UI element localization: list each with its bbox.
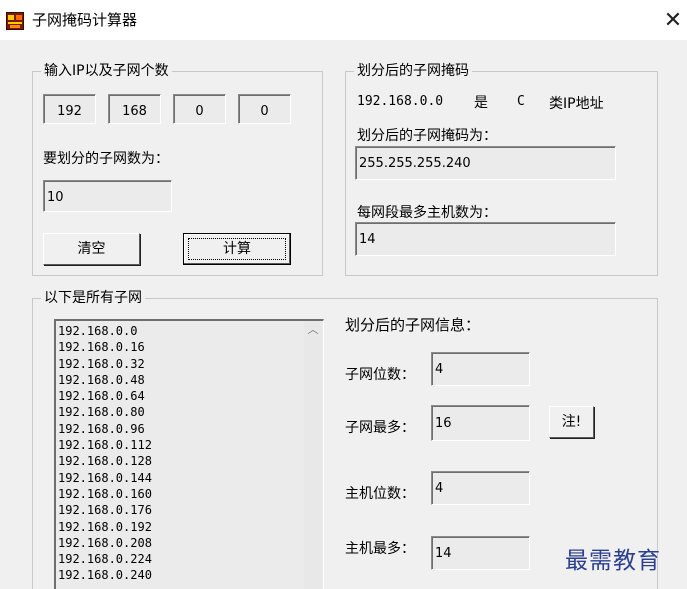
ip-octet-4-input[interactable] — [238, 94, 291, 124]
ip-address-text: 192.168.0.0 — [357, 94, 444, 109]
calculator-window: 子网掩码计算器 ✕ 输入IP以及子网个数 要划分的子网数为： 清空 计算 划分后… — [0, 0, 687, 589]
subnet-list-item[interactable]: 192.168.0.240 — [58, 567, 152, 583]
input-group-legend: 输入IP以及子网个数 — [41, 62, 172, 80]
close-button[interactable]: ✕ — [660, 8, 686, 34]
subnet-list-item[interactable]: 192.168.0.176 — [58, 502, 152, 518]
hosts-per-subnet-label: 每网段最多主机数为： — [357, 205, 497, 221]
is-text: 是 — [474, 95, 488, 111]
subnet-list-item[interactable]: 192.168.0.112 — [58, 437, 152, 453]
subnet-list-item[interactable]: 192.168.0.96 — [58, 421, 152, 437]
subnet-list-item[interactable]: 192.168.0.32 — [58, 356, 152, 372]
subnet-bits-label: 子网位数： — [345, 367, 415, 383]
mask-group-legend: 划分后的子网掩码 — [354, 62, 472, 80]
hosts-per-subnet-output[interactable] — [355, 222, 616, 256]
host-bits-output[interactable] — [431, 471, 530, 505]
subnet-count-label: 要划分的子网数为： — [43, 151, 169, 167]
host-max-output[interactable] — [431, 536, 530, 570]
subnet-list-item[interactable]: 192.168.0.80 — [58, 404, 152, 420]
subnet-max-label: 子网最多： — [345, 420, 415, 436]
ip-class-suffix: 类IP地址 — [549, 96, 604, 112]
subnet-list-item[interactable]: 192.168.0.0 — [58, 323, 152, 339]
mask-label: 划分后的子网掩码为： — [357, 128, 497, 144]
list-scrollbar[interactable]: ︿ — [304, 321, 322, 589]
subnet-list-item[interactable]: 192.168.0.128 — [58, 453, 152, 469]
host-bits-label: 主机位数： — [345, 486, 415, 502]
app-icon — [6, 12, 24, 30]
mask-output[interactable] — [355, 146, 616, 180]
subnet-count-input[interactable] — [43, 180, 172, 212]
ip-octet-1-input[interactable] — [43, 94, 96, 124]
host-max-label: 主机最多： — [345, 541, 415, 557]
title-bar: 子网掩码计算器 ✕ — [0, 0, 687, 40]
ip-octet-2-input[interactable] — [108, 94, 161, 124]
clear-button[interactable]: 清空 — [43, 233, 140, 265]
scroll-up-icon[interactable]: ︿ — [304, 321, 322, 339]
note-button[interactable]: 注! — [549, 406, 594, 438]
subnet-list-item[interactable]: 192.168.0.16 — [58, 339, 152, 355]
ip-octet-3-input[interactable] — [173, 94, 226, 124]
subnet-info-heading: 划分后的子网信息： — [345, 316, 481, 334]
subnet-list-item[interactable]: 192.168.0.144 — [58, 470, 152, 486]
subnet-list-item[interactable]: 192.168.0.208 — [58, 535, 152, 551]
subnet-list-item[interactable]: 192.168.0.192 — [58, 519, 152, 535]
subnet-list-item[interactable]: 192.168.0.224 — [58, 551, 152, 567]
watermark: 最需教育 — [565, 548, 661, 574]
subnet-list-item[interactable]: 192.168.0.48 — [58, 372, 152, 388]
subnets-group-legend: 以下是所有子网 — [41, 289, 145, 307]
subnet-listbox[interactable]: 192.168.0.0 192.168.0.16 192.168.0.32 192.1… — [54, 319, 324, 589]
ip-class-letter: C — [517, 94, 525, 109]
calculate-button[interactable]: 计算 — [183, 233, 291, 265]
subnet-max-output[interactable] — [431, 405, 530, 441]
subnet-bits-output[interactable] — [431, 352, 530, 386]
subnet-list-item[interactable]: 192.168.0.160 — [58, 486, 152, 502]
close-icon: ✕ — [663, 8, 683, 33]
subnet-list: 192.168.0.0 192.168.0.16 192.168.0.32 192.1… — [58, 323, 152, 584]
window-title: 子网掩码计算器 — [32, 11, 138, 29]
subnet-list-item[interactable]: 192.168.0.64 — [58, 388, 152, 404]
